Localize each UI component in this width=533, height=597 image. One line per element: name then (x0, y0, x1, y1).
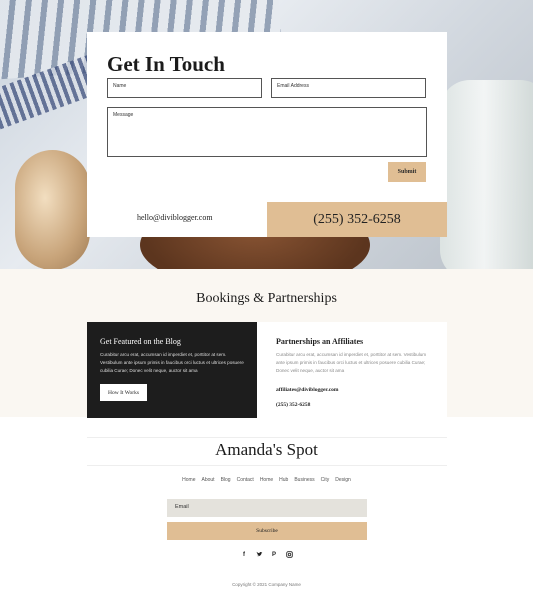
instagram-icon[interactable] (285, 551, 293, 558)
brush-image (15, 150, 90, 269)
name-placeholder: Name (113, 83, 127, 89)
blog-feature-card: Get Featured on the Blog Curabitur arcu … (87, 322, 257, 418)
footer-nav-design[interactable]: Design (335, 477, 351, 483)
contact-email-link[interactable]: hello@diviblogger.com (137, 213, 213, 222)
blog-card-title: Get Featured on the Blog (100, 337, 181, 346)
bookings-section: Bookings & Partnerships Get Featured on … (0, 269, 533, 418)
contact-title: Get In Touch (107, 52, 225, 76)
how-it-works-button[interactable]: How It Works (100, 384, 147, 401)
bottle-image (440, 80, 533, 269)
contact-phone-text[interactable]: (255) 352-6258 (313, 212, 401, 228)
footer-nav-business[interactable]: Business (294, 477, 314, 483)
footer-nav-contact[interactable]: Contact (237, 477, 254, 483)
copyright-text: Copyright © 2021 Company Name (232, 582, 301, 587)
affiliate-card-body: Curabitur arcu erat, accumsan id imperdi… (276, 352, 427, 373)
pinterest-icon[interactable]: P (271, 551, 278, 558)
newsletter-placeholder: Email (175, 504, 189, 510)
email-placeholder: Email Address (277, 83, 309, 89)
footer-divider-top (87, 437, 447, 438)
bookings-title: Bookings & Partnerships (196, 291, 337, 306)
footer-brand[interactable]: Amanda's Spot (0, 440, 533, 460)
newsletter-email-input[interactable]: Email (167, 499, 367, 517)
message-field[interactable]: Message (107, 107, 427, 157)
footer-nav-hub[interactable]: Hub (279, 477, 288, 483)
blog-card-body: Curabitur arcu erat, accumsan id imperdi… (100, 352, 244, 373)
footer-nav-blog[interactable]: Blog (221, 477, 231, 483)
twitter-icon[interactable] (256, 551, 263, 558)
affiliate-phone[interactable]: (255) 352-6258 (276, 402, 310, 408)
social-links: f P (0, 551, 533, 558)
facebook-icon[interactable]: f (241, 551, 248, 558)
contact-card: Get In Touch Name Email Address Message … (87, 32, 447, 237)
footer-nav-city[interactable]: City (321, 477, 330, 483)
footer-divider-bottom (87, 465, 447, 466)
contact-phone: (255) 352-6258 (267, 202, 447, 237)
message-placeholder: Message (113, 112, 134, 118)
affiliate-card: Partnerships an Affiliates Curabitur arc… (257, 322, 447, 418)
name-field[interactable]: Name (107, 78, 262, 98)
footer-nav-home[interactable]: Home (182, 477, 195, 483)
footer-nav: Home About Blog Contact Home Hub Busines… (0, 477, 533, 483)
affiliate-email-link[interactable]: affiliates@diviblogger.com (276, 387, 339, 393)
email-field[interactable]: Email Address (271, 78, 426, 98)
subscribe-button[interactable]: Subscribe (167, 522, 367, 540)
submit-button[interactable]: Submit (388, 162, 426, 182)
footer-nav-home-2[interactable]: Home (260, 477, 273, 483)
affiliate-card-title: Partnerships an Affiliates (276, 337, 364, 346)
footer-nav-about[interactable]: About (201, 477, 214, 483)
